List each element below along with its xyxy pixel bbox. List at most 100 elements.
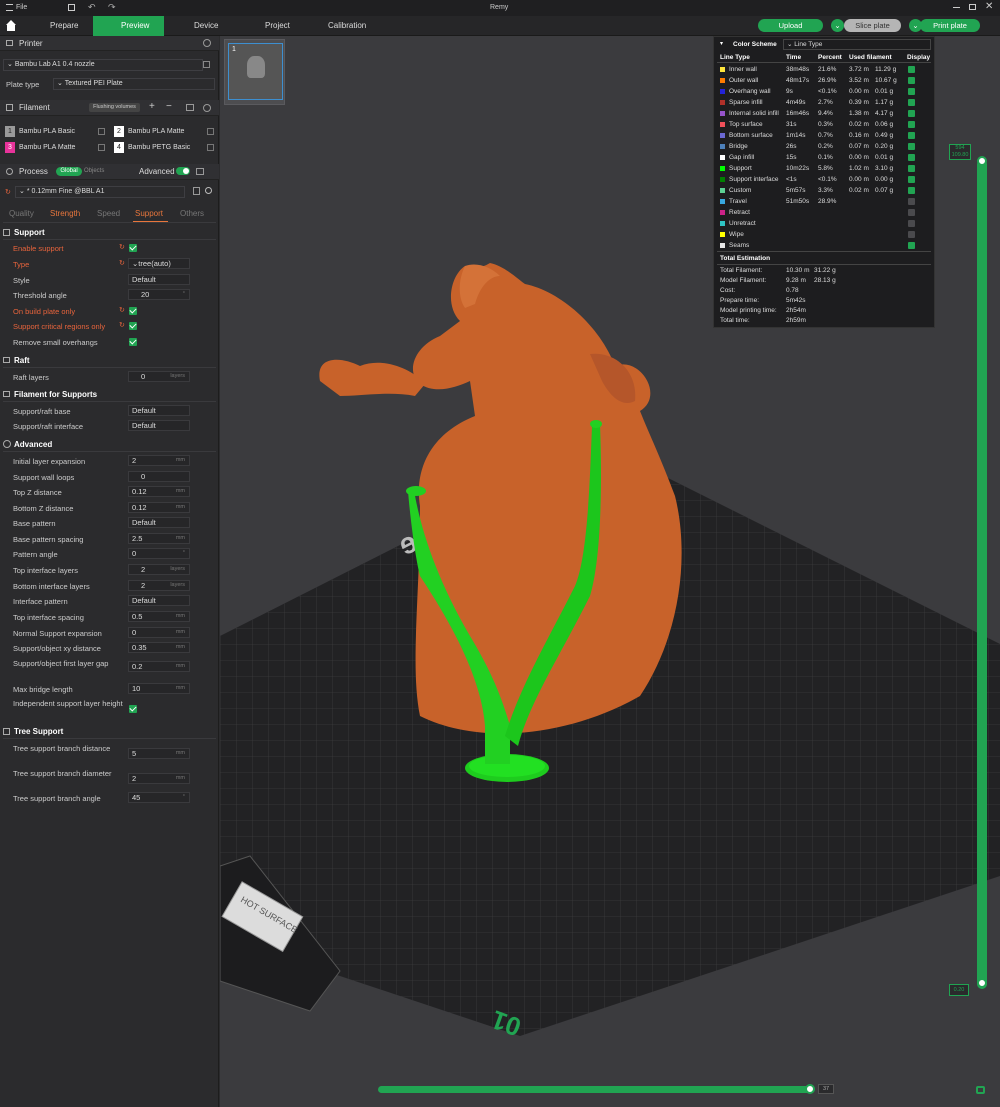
display-checkbox[interactable]	[908, 154, 915, 161]
display-checkbox[interactable]	[908, 198, 915, 205]
advanced-row-input[interactable]: 0 °	[128, 548, 190, 559]
support-style-select[interactable]: Default	[128, 274, 190, 285]
settings-icon[interactable]	[203, 39, 211, 47]
redo-icon[interactable]: ↷	[108, 2, 116, 13]
display-checkbox[interactable]	[908, 165, 915, 172]
tab-strength[interactable]: Strength	[50, 209, 80, 218]
display-checkbox[interactable]	[908, 99, 915, 106]
plate-thumbnail[interactable]: 1	[224, 39, 285, 105]
settings-icon[interactable]	[203, 104, 211, 112]
tab-calibration[interactable]: Calibration	[314, 16, 394, 36]
flushing-volumes-button[interactable]: Flushing volumes	[89, 103, 140, 112]
filament-section-header[interactable]: Filament Flushing volumes + −	[0, 100, 219, 116]
upload-button[interactable]: Upload	[758, 19, 823, 32]
display-checkbox[interactable]	[908, 143, 915, 150]
process-section-header[interactable]: Process Global Objects Advanced	[0, 164, 219, 180]
edit-icon[interactable]	[98, 144, 105, 151]
display-checkbox[interactable]	[908, 110, 915, 117]
tab-quality[interactable]: Quality	[9, 209, 34, 218]
display-checkbox[interactable]	[908, 187, 915, 194]
search-icon[interactable]	[205, 187, 212, 194]
filament-slot-1[interactable]: 1 Bambu PLA Basic	[5, 126, 107, 138]
display-checkbox[interactable]	[908, 88, 915, 95]
plate-type-select[interactable]: ⌄ Textured PEI Plate	[53, 78, 215, 90]
remove-small-checkbox[interactable]	[129, 338, 137, 346]
print-plate-button[interactable]: Print plate	[920, 19, 980, 32]
display-checkbox[interactable]	[908, 220, 915, 227]
advanced-row-input[interactable]: 0.35 mm	[128, 642, 190, 653]
tab-project[interactable]: Project	[251, 16, 311, 36]
display-checkbox[interactable]	[908, 66, 915, 73]
close-icon[interactable]: ✕	[985, 1, 993, 12]
raft-layers-input[interactable]: 0 layers	[128, 371, 190, 382]
printer-select[interactable]: ⌄ Bambu Lab A1 0.4 nozzle	[3, 59, 203, 71]
advanced-row-input[interactable]: 2 layers	[128, 564, 190, 575]
sync-icon[interactable]	[186, 104, 194, 111]
advanced-row-input[interactable]: 10 mm	[128, 683, 190, 694]
edit-icon[interactable]	[207, 128, 214, 135]
slice-plate-button[interactable]: Slice plate	[844, 19, 901, 32]
advanced-row-input[interactable]: 0	[128, 471, 190, 482]
display-checkbox[interactable]	[908, 209, 915, 216]
maximize-icon[interactable]	[969, 4, 976, 10]
reset-icon[interactable]: ↻	[119, 306, 125, 314]
edit-icon[interactable]	[207, 144, 214, 151]
layer-slider-bottom-handle[interactable]	[977, 978, 987, 988]
display-checkbox[interactable]	[908, 77, 915, 84]
color-scheme-select[interactable]: ⌄ Line Type	[783, 39, 931, 50]
printer-section-header[interactable]: Printer	[0, 36, 219, 51]
display-checkbox[interactable]	[908, 176, 915, 183]
advanced-row-input[interactable]: Default	[128, 595, 190, 606]
filament-slot-2[interactable]: 2 Bambu PLA Matte	[114, 126, 216, 138]
tab-speed[interactable]: Speed	[97, 209, 120, 218]
layer-slider-track[interactable]	[977, 159, 987, 989]
reset-icon[interactable]: ↻	[119, 321, 125, 329]
support-base-select[interactable]: Default	[128, 405, 190, 416]
display-checkbox[interactable]	[908, 132, 915, 139]
file-menu[interactable]: File	[16, 4, 27, 11]
support-type-select[interactable]: ⌄tree(auto)	[128, 258, 190, 269]
tab-others[interactable]: Others	[180, 209, 204, 218]
slice-dropdown[interactable]: ⌄	[831, 19, 844, 32]
display-checkbox[interactable]	[908, 242, 915, 249]
minimize-icon[interactable]	[953, 7, 960, 8]
advanced-switch[interactable]	[176, 167, 190, 175]
advanced-row-input[interactable]: 2 layers	[128, 580, 190, 591]
global-toggle[interactable]: Global	[56, 167, 82, 176]
tab-support[interactable]: Support	[135, 209, 163, 218]
advanced-row-input[interactable]: 2 mm	[128, 455, 190, 466]
save-icon[interactable]	[68, 4, 75, 11]
advanced-row-input[interactable]: 2.5 mm	[128, 533, 190, 544]
reset-icon[interactable]: ↻	[119, 243, 125, 251]
layers-icon[interactable]	[976, 1086, 985, 1094]
threshold-angle-input[interactable]: 20 °	[128, 289, 190, 300]
support-interface-select[interactable]: Default	[128, 420, 190, 431]
critical-regions-checkbox[interactable]	[129, 322, 137, 330]
advanced-row-input[interactable]: 0.5 mm	[128, 611, 190, 622]
advanced-row-input[interactable]: Default	[128, 517, 190, 528]
layer-slider-top-handle[interactable]	[977, 156, 987, 166]
collapse-icon[interactable]: ▾	[720, 40, 723, 47]
process-preset-select[interactable]: ⌄ * 0.12mm Fine @BBL A1	[15, 186, 185, 198]
menu-icon[interactable]	[6, 4, 13, 11]
display-checkbox[interactable]	[908, 231, 915, 238]
add-icon[interactable]: +	[149, 101, 155, 112]
move-slider-track[interactable]	[378, 1086, 814, 1093]
tree-support-row-input[interactable]: 5 mm	[128, 748, 190, 759]
on-build-plate-checkbox[interactable]	[129, 307, 137, 315]
advanced-row-input[interactable]: 0.12 mm	[128, 502, 190, 513]
move-slider-handle[interactable]	[805, 1084, 815, 1094]
independent-layer-height-checkbox[interactable]	[129, 705, 137, 713]
filament-slot-4[interactable]: 4 Bambu PETG Basic	[114, 142, 216, 154]
enable-support-checkbox[interactable]	[129, 244, 137, 252]
undo-icon[interactable]: ↶	[88, 2, 96, 13]
display-checkbox[interactable]	[908, 121, 915, 128]
reset-icon[interactable]: ↻	[119, 259, 125, 267]
advanced-row-input[interactable]: 0.2 mm	[128, 661, 190, 672]
tab-preview[interactable]: Preview	[93, 16, 164, 36]
objects-toggle[interactable]: Objects	[84, 168, 104, 174]
advanced-row-input[interactable]: 0 mm	[128, 627, 190, 638]
tree-support-row-input[interactable]: 2 mm	[128, 773, 190, 784]
edit-icon[interactable]	[98, 128, 105, 135]
remove-icon[interactable]: −	[166, 101, 172, 112]
